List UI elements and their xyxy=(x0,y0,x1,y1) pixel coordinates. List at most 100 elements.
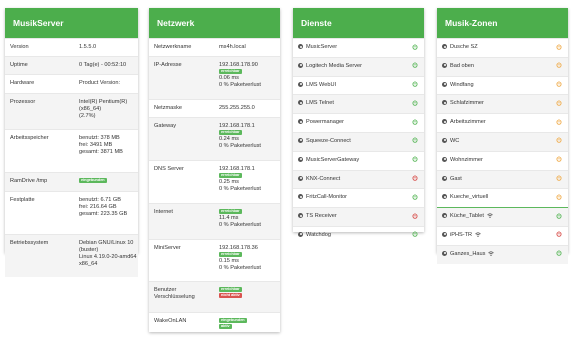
power-on-icon[interactable] xyxy=(412,193,418,200)
service-row[interactable]: MusicServerGateway xyxy=(293,150,424,170)
gear-icon xyxy=(298,100,303,106)
status-badge: erreichbar xyxy=(219,287,242,293)
row-label: Arbeitsspeicher xyxy=(10,135,49,141)
label-line: Verschlüsselung xyxy=(154,293,195,300)
item-name: Powermanager xyxy=(306,119,344,126)
status-badge: aktiv xyxy=(219,324,232,330)
power-standby-icon[interactable] xyxy=(556,118,562,125)
service-row[interactable]: FritzCall-Monitor xyxy=(293,188,424,207)
row-value: 192.168.178.90 erreichbar 0.06 ms 0 % Paket… xyxy=(219,62,261,89)
label-line: IP-Adresse xyxy=(154,62,182,68)
row-label: Benutzer Verschlüsselung xyxy=(154,287,195,301)
item-name: MusicServer xyxy=(306,44,338,50)
service-row[interactable]: MusicServer xyxy=(293,38,424,57)
status-badge: erreichbar xyxy=(219,209,242,215)
gear-icon xyxy=(442,81,447,87)
power-standby-icon[interactable] xyxy=(556,193,562,200)
info-row: Hardware Product Version: xyxy=(5,74,138,93)
row-label: IP-Adresse xyxy=(154,62,182,69)
item-name: LMS WebUI xyxy=(306,81,337,88)
zone-row[interactable]: Gast xyxy=(437,169,568,189)
item-name: Dusche SZ xyxy=(450,44,478,50)
info-row: IP-Adresse 192.168.178.90 erreichbar 0.06 m… xyxy=(149,56,280,99)
zone-row[interactable]: Küche_Tablet xyxy=(437,207,568,226)
gear-icon xyxy=(298,81,303,87)
info-row: Version 1.5.5.0 xyxy=(5,38,138,56)
power-on-icon[interactable] xyxy=(412,62,418,68)
item-name: Windfang xyxy=(450,81,474,88)
service-row[interactable]: Logitech Media Server xyxy=(293,56,424,76)
gear-icon xyxy=(298,213,303,219)
zone-row[interactable]: Ganzes_Haus xyxy=(437,244,568,264)
service-row[interactable]: Watchdog xyxy=(293,225,424,245)
gear-icon xyxy=(298,156,303,162)
value-line: x86_64 xyxy=(79,260,98,267)
power-standby-icon[interactable] xyxy=(556,43,562,50)
row-label: RamDrive /tmp xyxy=(10,178,48,184)
gear-icon xyxy=(442,250,447,256)
power-on-icon[interactable] xyxy=(412,156,418,162)
row-value: 1.5.5.0 xyxy=(79,44,97,50)
power-on-icon[interactable] xyxy=(412,81,418,87)
netzwerk-panel: Netzwerk Netzwerkname ms4h.local IP-Adress… xyxy=(149,8,280,332)
power-standby-icon[interactable] xyxy=(556,81,562,87)
service-row[interactable]: TS Receiver xyxy=(293,207,424,226)
row-value: benutzt: 6.71 GB frei: 216.64 GB gesamt: 2… xyxy=(79,197,127,218)
zone-row[interactable]: Kueche_virtuell xyxy=(437,188,568,207)
gear-icon xyxy=(442,231,447,237)
row-label: DNS Server xyxy=(154,166,184,173)
power-on-icon[interactable] xyxy=(412,99,418,106)
row-label: Version xyxy=(10,44,29,50)
service-row[interactable]: KNX-Connect xyxy=(293,169,424,189)
value-line: Linux 4.19.0-20-amd64 xyxy=(79,253,137,260)
status-badge: nicht aktiv xyxy=(219,293,242,299)
zone-row[interactable]: Bad oben xyxy=(437,56,568,76)
gear-icon xyxy=(298,194,303,200)
power-on-icon[interactable] xyxy=(556,250,562,256)
info-row: Uptime 0 Tag(e) - 00:52:10 xyxy=(5,56,138,74)
power-off-icon[interactable] xyxy=(412,175,418,181)
power-on-icon[interactable] xyxy=(412,137,418,144)
gear-icon xyxy=(442,44,447,49)
row-label: Uptime xyxy=(10,62,28,68)
service-row[interactable]: Squeeze-Connect xyxy=(293,131,424,151)
zone-row[interactable]: Wohnzimmer xyxy=(437,150,568,170)
power-standby-icon[interactable] xyxy=(556,156,562,162)
power-off-icon[interactable] xyxy=(556,231,562,238)
gear-icon xyxy=(442,100,447,106)
badge-wrap: eingebunden xyxy=(79,178,107,184)
power-standby-icon[interactable] xyxy=(556,62,562,68)
power-standby-icon[interactable] xyxy=(556,175,562,181)
power-on-icon[interactable] xyxy=(412,231,418,238)
info-row: MiniServer 192.168.178.36 erreichbar 0.15 m… xyxy=(149,239,280,281)
row-value: Product Version: xyxy=(79,80,121,86)
zone-row[interactable]: WC xyxy=(437,131,568,151)
power-on-icon[interactable] xyxy=(556,212,562,219)
power-off-icon[interactable] xyxy=(412,212,418,219)
service-row[interactable]: LMS Telnet xyxy=(293,94,424,114)
label-line: DNS Server xyxy=(154,166,184,172)
zone-row[interactable]: Schlafzimmer xyxy=(437,94,568,114)
row-value: 0 Tag(e) - 00:52:10 xyxy=(79,62,127,68)
zone-row[interactable]: Arbeitszimmer xyxy=(437,113,568,132)
row-label: WakeOnLAN xyxy=(154,318,186,325)
value-line: 0.24 ms xyxy=(219,136,239,143)
power-standby-icon[interactable] xyxy=(556,99,562,106)
zone-row[interactable]: Dusche SZ xyxy=(437,38,568,57)
zone-row[interactable]: iPHS-TR xyxy=(437,225,568,245)
row-label: Prozessor xyxy=(10,99,36,105)
power-on-icon[interactable] xyxy=(412,118,418,125)
value-line: (2.7%) xyxy=(79,112,96,119)
service-row[interactable]: Powermanager xyxy=(293,113,424,132)
value-line: (x86_64) xyxy=(79,105,102,112)
value-line: 192.168.178.1 xyxy=(219,166,255,172)
wifi-icon xyxy=(487,213,493,219)
power-on-icon[interactable] xyxy=(412,43,418,50)
value-line: 0.15 ms xyxy=(219,258,239,265)
service-row[interactable]: LMS WebUI xyxy=(293,75,424,95)
item-name: TS Receiver xyxy=(306,213,337,220)
power-standby-icon[interactable] xyxy=(556,137,562,144)
zone-row[interactable]: Windfang xyxy=(437,75,568,95)
item-name: Bad oben xyxy=(450,62,474,69)
value-line: 0.25 ms xyxy=(219,179,239,186)
